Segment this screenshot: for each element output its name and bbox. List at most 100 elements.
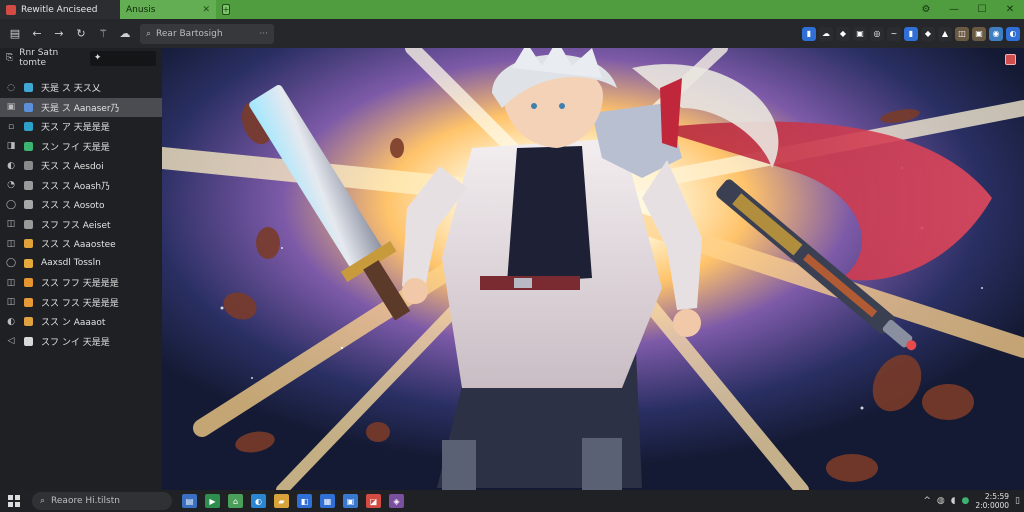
- ext-7-icon[interactable]: ▮: [904, 26, 918, 41]
- sidebar-item[interactable]: ◁ スフ ンイ 天是是: [0, 332, 162, 352]
- maximize-button[interactable]: ☐: [968, 0, 996, 19]
- sidebar-item[interactable]: ◔ スス ス Aoash乃: [0, 176, 162, 196]
- sidebar-header-label: Rnr Satn tomte: [19, 48, 59, 68]
- cloud-icon: ☁: [119, 27, 131, 40]
- search-icon: ⌕: [146, 28, 152, 39]
- ext-8-icon[interactable]: ◆: [921, 26, 935, 41]
- anime-artwork-image: [162, 48, 1024, 490]
- maximize-icon: ☐: [977, 4, 987, 15]
- tab-label: Rewitle Anciseed: [21, 4, 98, 15]
- settings-button[interactable]: ⚙: [912, 0, 940, 19]
- sidebar-item-app-icon: [24, 258, 33, 268]
- sidebar-list: ◌ 天是 ス 天ス乂 ▣ 天是 ス Aanaser乃 ▫ 天ス ア 天是是是 ◨ スン フイ …: [0, 78, 162, 351]
- sidebar-item-app-icon: [24, 219, 33, 229]
- ext-5-icon[interactable]: ◎: [870, 26, 884, 41]
- wand-icon: ⚚: [98, 27, 108, 40]
- reload-button[interactable]: ↻: [70, 23, 92, 45]
- ext-4-icon[interactable]: ▣: [853, 26, 867, 41]
- ext-1-icon[interactable]: ▮: [802, 26, 816, 41]
- taskbar-app-icon[interactable]: ▣: [343, 494, 358, 508]
- sidebar-item[interactable]: ◐ 天ス ス Aesdoi: [0, 156, 162, 176]
- notifications-icon[interactable]: ▯: [1015, 496, 1020, 506]
- sidebar-search-input[interactable]: ✦: [89, 50, 156, 66]
- ext-9-icon[interactable]: ▲: [938, 26, 952, 41]
- ext-6-icon[interactable]: ~: [887, 26, 901, 41]
- sidebar-item[interactable]: ▫ 天ス ア 天是是是: [0, 117, 162, 137]
- volume-icon[interactable]: ◖: [951, 496, 956, 506]
- sidebar-item-glyph-icon: ◐: [7, 316, 15, 327]
- chevron-up-icon[interactable]: ^: [923, 496, 931, 506]
- sidebar-toggle-button[interactable]: ▤: [4, 23, 26, 45]
- toolbar: ▤ ← → ↻ ⚚ ☁ ⌕ Rear Bartosigh ··· ▮ ☁ ◆ ▣ ◎ ~ ▮…: [0, 19, 1024, 48]
- ext-3-icon[interactable]: ◆: [836, 26, 850, 41]
- windows-logo-icon: [8, 495, 20, 507]
- ext-10-icon[interactable]: ◫: [955, 26, 969, 41]
- sidebar-item-label: スス ス Aosoto: [41, 201, 105, 212]
- sidebar-item[interactable]: ▣ 天是 ス Aanaser乃: [0, 97, 162, 117]
- sidebar-item-glyph-icon: ◫: [6, 238, 16, 249]
- more-icon[interactable]: ···: [259, 29, 268, 39]
- sidebar-item-glyph-icon: ▫: [7, 121, 15, 132]
- tab-label: Anusis: [126, 4, 156, 15]
- close-button[interactable]: ✕: [996, 0, 1024, 19]
- tab-active[interactable]: Rewitle Anciseed: [0, 0, 120, 19]
- sidebar-item-glyph-icon: ◫: [6, 277, 16, 288]
- sidebar-item-app-icon: [24, 278, 33, 288]
- sidebar-item[interactable]: ◫ スス フフ 天是是是: [0, 273, 162, 293]
- close-tab-icon[interactable]: ✕: [202, 5, 210, 15]
- taskbar-app-icon[interactable]: ▦: [320, 494, 335, 508]
- sidebar-item[interactable]: ◯ スス ス Aosoto: [0, 195, 162, 215]
- sidebar-item-glyph-icon: ◐: [7, 160, 15, 171]
- sidebar-item[interactable]: ◫ スス フス 天是是是: [0, 293, 162, 313]
- sidebar-item[interactable]: ◫ スフ フス Aeiset: [0, 215, 162, 235]
- sync-icon[interactable]: ●: [962, 496, 970, 506]
- taskbar: ⌕ Reaore Hi.tilstn ▤ ▶ ⌂ ◐ ▰ ◧ ▦ ▣ ◪ ◈ ^ ◍ ◖ ● 2:…: [0, 490, 1024, 512]
- taskbar-app-icon[interactable]: ◧: [297, 494, 312, 508]
- clock[interactable]: 2:5:59 2:0:0000: [975, 492, 1009, 510]
- wand-button[interactable]: ⚚: [92, 23, 114, 45]
- sidebar-item-label: 天ス ア 天是是是: [41, 123, 110, 134]
- bookmark-icon: ⎘: [6, 53, 14, 63]
- taskbar-app-icon[interactable]: ◪: [366, 494, 381, 508]
- minimize-button[interactable]: —: [940, 0, 968, 19]
- sidebar-item-label: 天是 ス Aanaser乃: [41, 103, 120, 114]
- taskbar-app-icon[interactable]: ▤: [182, 494, 197, 508]
- sidebar-item-app-icon: [24, 102, 33, 112]
- minimize-icon: —: [949, 4, 959, 15]
- taskbar-app-icon[interactable]: ⌂: [228, 494, 243, 508]
- taskbar-search[interactable]: ⌕ Reaore Hi.tilstn: [32, 492, 172, 510]
- favicon-icon: [6, 4, 16, 15]
- sidebar-item[interactable]: ◌ 天是 ス 天ス乂: [0, 78, 162, 98]
- back-button[interactable]: ←: [26, 23, 48, 45]
- forward-button[interactable]: →: [48, 23, 70, 45]
- start-button[interactable]: [4, 491, 24, 511]
- taskbar-app-icon[interactable]: ▰: [274, 494, 289, 508]
- ext-11-icon[interactable]: ▣: [972, 26, 986, 41]
- corner-badge-icon[interactable]: [1005, 54, 1016, 65]
- sidebar-item-label: 天是 ス 天ス乂: [41, 84, 101, 95]
- sidebar-item[interactable]: ◐ スス ン Aaaaot: [0, 312, 162, 332]
- sidebar-item-glyph-icon: ◌: [7, 82, 15, 93]
- taskbar-app-icon[interactable]: ◈: [389, 494, 404, 508]
- sidebar-item-glyph-icon: ◔: [7, 180, 15, 191]
- taskbar-app-icon[interactable]: ◐: [251, 494, 266, 508]
- cloud-button[interactable]: ☁: [114, 23, 136, 45]
- artwork-viewer[interactable]: [162, 48, 1024, 490]
- taskbar-app-icon[interactable]: ▶: [205, 494, 220, 508]
- sidebar-item-label: スフ ンイ 天是是: [41, 337, 110, 348]
- search-icon: ⌕: [40, 496, 46, 506]
- sidebar: ⎘ Rnr Satn tomte ✦ ◌ 天是 ス 天ス乂 ▣ 天是 ス Aanase…: [0, 48, 162, 490]
- sidebar-item[interactable]: ◫ スス ス Aaaostee: [0, 234, 162, 254]
- new-tab-button[interactable]: +: [216, 0, 236, 19]
- ext-13-icon[interactable]: ◐: [1006, 26, 1020, 41]
- network-icon[interactable]: ◍: [937, 496, 945, 506]
- sidebar-item[interactable]: ◨ スン フイ 天是是: [0, 137, 162, 157]
- tab-inactive[interactable]: Anusis ✕: [120, 0, 216, 19]
- sidebar-item-app-icon: [24, 122, 33, 132]
- sidebar-item-glyph-icon: ◯: [6, 199, 17, 210]
- ext-2-icon[interactable]: ☁: [819, 26, 833, 41]
- address-bar[interactable]: ⌕ Rear Bartosigh ···: [140, 23, 274, 44]
- sidebar-item[interactable]: ◯ Aaxsdl Tossln: [0, 254, 162, 274]
- ext-12-icon[interactable]: ◉: [989, 26, 1003, 41]
- sidebar-item-app-icon: [24, 317, 33, 327]
